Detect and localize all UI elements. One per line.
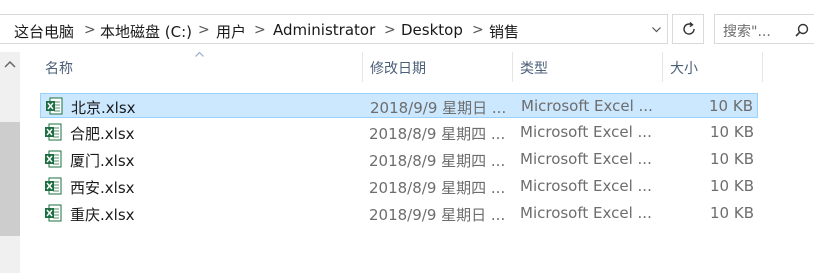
column-divider[interactable] xyxy=(762,52,763,82)
file-type: Microsoft Excel ... xyxy=(520,204,652,222)
column-header-type[interactable]: 类型 xyxy=(520,58,548,80)
excel-file-icon xyxy=(45,204,62,222)
column-divider[interactable] xyxy=(362,52,363,82)
column-header-size[interactable]: 大小 xyxy=(670,58,698,80)
chevron-up-icon[interactable] xyxy=(4,60,16,68)
file-name: 重庆.xlsx xyxy=(70,206,135,224)
sort-up-icon xyxy=(195,52,204,57)
file-row[interactable]: 北京.xlsx 2018/9/9 星期日 ... Microsoft Excel… xyxy=(40,93,758,118)
file-row[interactable]: 重庆.xlsx 2018/9/9 星期日 ... Microsoft Excel… xyxy=(40,201,758,226)
column-divider[interactable] xyxy=(662,52,663,82)
breadcrumb-this-pc[interactable]: 这台电脑 xyxy=(14,21,74,42)
column-header-modified[interactable]: 修改日期 xyxy=(370,58,426,80)
file-name: 合肥.xlsx xyxy=(70,125,135,143)
file-name: 厦门.xlsx xyxy=(70,152,135,170)
breadcrumb-separator[interactable]: > xyxy=(384,22,396,38)
file-modified: 2018/8/9 星期四 ... xyxy=(369,152,506,170)
breadcrumb-separator[interactable]: > xyxy=(254,22,266,38)
refresh-button[interactable] xyxy=(672,14,704,44)
file-modified: 2018/9/9 星期日 ... xyxy=(369,206,506,224)
file-size: 10 KB xyxy=(710,177,754,195)
file-modified: 2018/8/9 星期四 ... xyxy=(369,179,506,197)
breadcrumb-desktop[interactable]: Desktop xyxy=(401,21,463,39)
file-name: 西安.xlsx xyxy=(70,179,135,197)
file-name: 北京.xlsx xyxy=(71,99,136,117)
breadcrumb-local-disk[interactable]: 本地磁盘 (C:) xyxy=(100,21,192,42)
address-toolbar: 这台电脑 > 本地磁盘 (C:) > 用户 > Administrator > … xyxy=(0,14,814,44)
file-type: Microsoft Excel ... xyxy=(521,97,653,115)
file-type: Microsoft Excel ... xyxy=(520,150,652,168)
breadcrumb-separator[interactable]: > xyxy=(472,22,484,38)
breadcrumb-current-folder[interactable]: 销售 xyxy=(489,21,519,42)
file-row[interactable]: 合肥.xlsx 2018/8/9 星期四 ... Microsoft Excel… xyxy=(40,120,758,145)
file-modified: 2018/8/9 星期四 ... xyxy=(369,125,506,143)
file-size: 10 KB xyxy=(710,204,754,222)
file-row[interactable]: 西安.xlsx 2018/8/9 星期四 ... Microsoft Excel… xyxy=(40,174,758,199)
column-divider[interactable] xyxy=(512,52,513,82)
breadcrumb-separator[interactable]: > xyxy=(84,22,96,38)
excel-file-icon xyxy=(46,97,63,115)
file-size: 10 KB xyxy=(710,123,754,141)
search-input[interactable]: 搜索"... xyxy=(714,14,814,44)
file-modified: 2018/9/9 星期日 ... xyxy=(370,99,507,117)
file-row[interactable]: 厦门.xlsx 2018/8/9 星期四 ... Microsoft Excel… xyxy=(40,147,758,172)
file-type: Microsoft Excel ... xyxy=(520,177,652,195)
scrollbar-thumb[interactable] xyxy=(0,122,20,236)
refresh-icon xyxy=(683,21,695,35)
search-icon xyxy=(795,23,809,37)
search-placeholder: 搜索"... xyxy=(723,24,771,40)
file-size: 10 KB xyxy=(710,150,754,168)
excel-file-icon xyxy=(45,150,62,168)
address-history-dropdown[interactable] xyxy=(645,15,667,43)
excel-file-icon xyxy=(45,177,62,195)
breadcrumb-administrator[interactable]: Administrator xyxy=(273,21,375,39)
excel-file-icon xyxy=(45,123,62,141)
chevron-down-icon xyxy=(652,27,661,33)
address-bar[interactable]: 这台电脑 > 本地磁盘 (C:) > 用户 > Administrator > … xyxy=(0,14,668,44)
breadcrumb-separator[interactable]: > xyxy=(198,22,210,38)
navigation-pane-scrollbar[interactable] xyxy=(0,52,20,273)
file-size: 10 KB xyxy=(709,97,753,115)
breadcrumb-users[interactable]: 用户 xyxy=(216,21,246,42)
file-type: Microsoft Excel ... xyxy=(520,123,652,141)
column-header-name[interactable]: 名称 xyxy=(45,58,73,80)
